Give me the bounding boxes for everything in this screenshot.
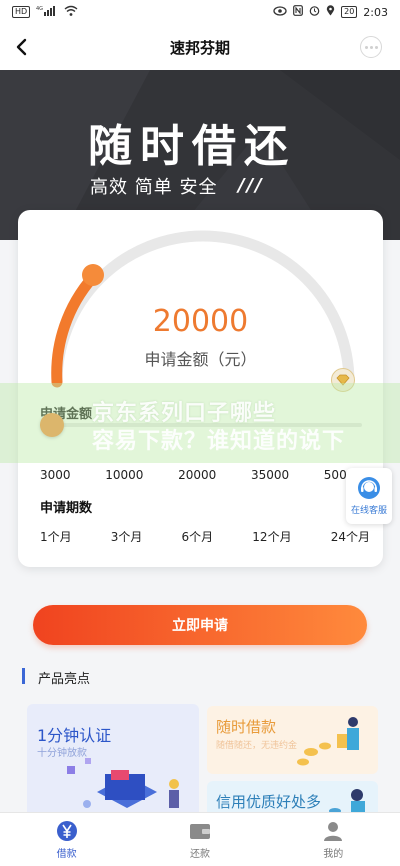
watermark-text: 容易下款？谁知道的说下 (92, 429, 346, 454)
headset-icon (358, 477, 380, 499)
period-option[interactable]: 6个月 (182, 528, 214, 545)
location-icon (326, 5, 335, 19)
online-service-button[interactable]: 在线客服 (346, 468, 392, 524)
signal-icon: 4G (36, 5, 58, 19)
eye-icon (273, 5, 287, 19)
banner-title: 随时借还 (88, 121, 296, 172)
period-option[interactable]: 3个月 (111, 528, 143, 545)
gauge-handle (82, 264, 104, 286)
banner-subtitle: 高效 简单 安全 (90, 177, 218, 198)
verify-illustration (67, 758, 179, 808)
user-icon (324, 821, 343, 841)
section-marker (22, 668, 25, 684)
amount-ticks: 3000 10000 20000 35000 50000 (40, 468, 362, 482)
amount-tick: 35000 (250, 468, 290, 482)
amount-tick: 3000 (40, 468, 71, 482)
status-bar: HD 4G 20 2:03 (0, 0, 400, 24)
tab-label: 借款 (56, 848, 77, 860)
status-time: 2:03 (363, 5, 388, 19)
tab-mine[interactable]: 我的 (267, 813, 400, 866)
period-options: 1个月 3个月 6个月 12个月 24个月 (40, 528, 370, 545)
alarm-icon (309, 5, 320, 19)
nav-bar: 速邦芬期 (0, 24, 400, 70)
back-button[interactable] (8, 34, 34, 60)
wifi-icon (64, 5, 78, 19)
more-icon[interactable] (360, 36, 382, 58)
period-option[interactable]: 24个月 (331, 528, 370, 545)
online-service-label: 在线客服 (350, 506, 387, 516)
period-section-label: 申请期数 (40, 501, 93, 516)
highlight-tile-verify[interactable]: 1分钟认证 十分钟放款 (27, 704, 199, 819)
tab-repay[interactable]: 还款 (133, 813, 266, 866)
tab-label: 我的 (323, 848, 344, 860)
tab-label: 还款 (189, 848, 210, 860)
loan-amount-label: 申请金额（元） (144, 350, 257, 369)
loan-amount: 20000 (152, 304, 249, 339)
amount-tick: 10000 (105, 468, 144, 482)
highlights-title: 产品亮点 (38, 672, 91, 687)
tab-bar: 借款 还款 我的 (0, 812, 400, 866)
hd-indicator: HD (12, 6, 31, 18)
page-title: 速邦芬期 (169, 38, 230, 57)
amount-tick: 20000 (178, 468, 217, 482)
apply-button[interactable]: 立即申请 (33, 605, 367, 645)
highlight-tile-borrow[interactable]: 随时借款 随借随还，无违约金 (207, 706, 378, 774)
tab-borrow[interactable]: 借款 (0, 813, 133, 866)
battery-indicator: 20 (341, 6, 358, 18)
wallet-icon (189, 823, 210, 839)
signal-label: 4G (36, 6, 43, 12)
back-arrow-icon (16, 38, 27, 56)
nfc-icon (293, 5, 304, 19)
period-option[interactable]: 1个月 (40, 528, 72, 545)
coins-illustration (297, 717, 359, 766)
yen-icon (56, 820, 77, 841)
period-option[interactable]: 12个月 (252, 528, 291, 545)
banner-slashes: /// (238, 175, 264, 196)
